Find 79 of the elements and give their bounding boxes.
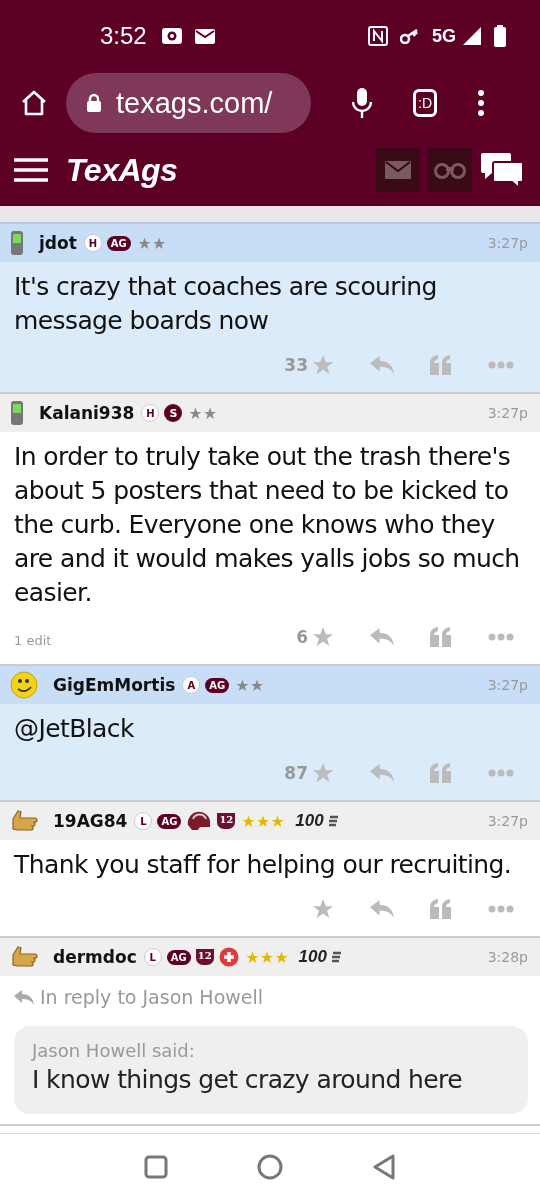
- reply-icon: [14, 989, 34, 1005]
- bars-icon: [332, 951, 341, 963]
- mail-icon: [385, 161, 411, 179]
- quote-text: I know things get crazy around here: [32, 1065, 463, 1094]
- post-text: In order to truly take out the trash there's about 5 posters that need to be kicked to the curb. Everyone one knows who they are and it would makes yalls jobs so much easier.: [14, 441, 521, 609]
- username[interactable]: 19AG84: [53, 811, 128, 831]
- quote-author: Jason Howell said:: [32, 1040, 196, 1061]
- menu-icon[interactable]: [14, 158, 48, 182]
- rank-badge: L: [143, 948, 162, 966]
- rank-badge: L: [134, 812, 153, 830]
- class-badge: AG: [205, 677, 230, 693]
- quote-icon[interactable]: [430, 355, 452, 375]
- username[interactable]: dermdoc: [53, 947, 137, 967]
- class-badge: AG: [157, 813, 182, 829]
- reply-icon[interactable]: [370, 628, 394, 646]
- membership-stars-icon: [242, 814, 285, 828]
- class-badge: S: [164, 404, 183, 422]
- class-badge: AG: [106, 235, 131, 251]
- username[interactable]: jdot: [39, 233, 77, 253]
- post-time: 3:28p: [487, 949, 528, 965]
- membership-stars-icon: [137, 236, 165, 250]
- star-icon: [312, 762, 334, 784]
- membership-stars-icon: [236, 678, 264, 692]
- tab-switcher-button[interactable]: :D: [413, 89, 437, 117]
- membership-stars-icon: [245, 950, 288, 964]
- post-time: 3:27p: [487, 235, 528, 251]
- rank-badge: H: [83, 234, 102, 252]
- medical-cross-icon: [218, 947, 239, 967]
- mail-icon: [194, 28, 215, 44]
- post-text: @JetBlack: [14, 713, 135, 745]
- network-label: 5G: [432, 25, 456, 47]
- thumbs-up-icon: [10, 809, 38, 833]
- post-time: 3:27p: [487, 405, 528, 421]
- quote-icon[interactable]: [430, 763, 452, 783]
- phone-icon: [10, 230, 24, 256]
- membership-stars-icon: [189, 406, 217, 420]
- reply-icon[interactable]: [370, 356, 394, 374]
- recents-icon[interactable]: [144, 1155, 169, 1179]
- post-time: 3:27p: [487, 813, 528, 829]
- signal-icon: [462, 26, 482, 46]
- rank-badge: A: [182, 676, 201, 694]
- star-icon: [312, 898, 334, 920]
- username[interactable]: Kalani938: [39, 403, 135, 423]
- class-badge: AG: [166, 949, 191, 965]
- rank-badge: H: [141, 404, 160, 422]
- quote-icon[interactable]: [430, 899, 452, 919]
- post-count-label: 100: [295, 811, 324, 831]
- username[interactable]: GigEmMortis: [53, 675, 176, 695]
- post-text: Thank you staff for helping our recruiting.: [14, 849, 513, 881]
- helmet-icon: [186, 811, 213, 831]
- site-logo[interactable]: TexAgs: [66, 151, 178, 189]
- microphone-icon[interactable]: [351, 87, 373, 119]
- post-count-label: 100: [298, 947, 327, 967]
- smiley-icon: [10, 671, 38, 699]
- more-icon[interactable]: [477, 90, 485, 116]
- messages-button[interactable]: [376, 148, 420, 192]
- bars-icon: [328, 815, 338, 827]
- like-button[interactable]: [312, 898, 334, 920]
- binoculars-icon: [434, 161, 466, 179]
- quote-icon[interactable]: [430, 627, 452, 647]
- shield-badge: 12: [217, 813, 236, 829]
- key-icon: [400, 28, 420, 44]
- nfc-icon: [368, 26, 388, 46]
- reply-icon[interactable]: [370, 764, 394, 782]
- lock-icon: [86, 93, 102, 113]
- star-icon: [312, 354, 334, 376]
- post-time: 3:27p: [487, 677, 528, 693]
- chat-icon[interactable]: [480, 151, 524, 189]
- star-icon: [312, 626, 334, 648]
- status-time: 3:52: [100, 22, 147, 50]
- shield-badge: 12: [195, 949, 214, 965]
- address-bar[interactable]: texags.com/: [66, 73, 311, 133]
- phone-icon: [10, 400, 24, 426]
- thumbs-up-icon: [10, 945, 38, 969]
- back-icon[interactable]: [371, 1154, 396, 1180]
- reply-icon[interactable]: [370, 900, 394, 918]
- post-text: It's crazy that coaches are scouring message boards now: [14, 271, 438, 337]
- binoculars-button[interactable]: [428, 148, 472, 192]
- battery-icon: [494, 25, 506, 47]
